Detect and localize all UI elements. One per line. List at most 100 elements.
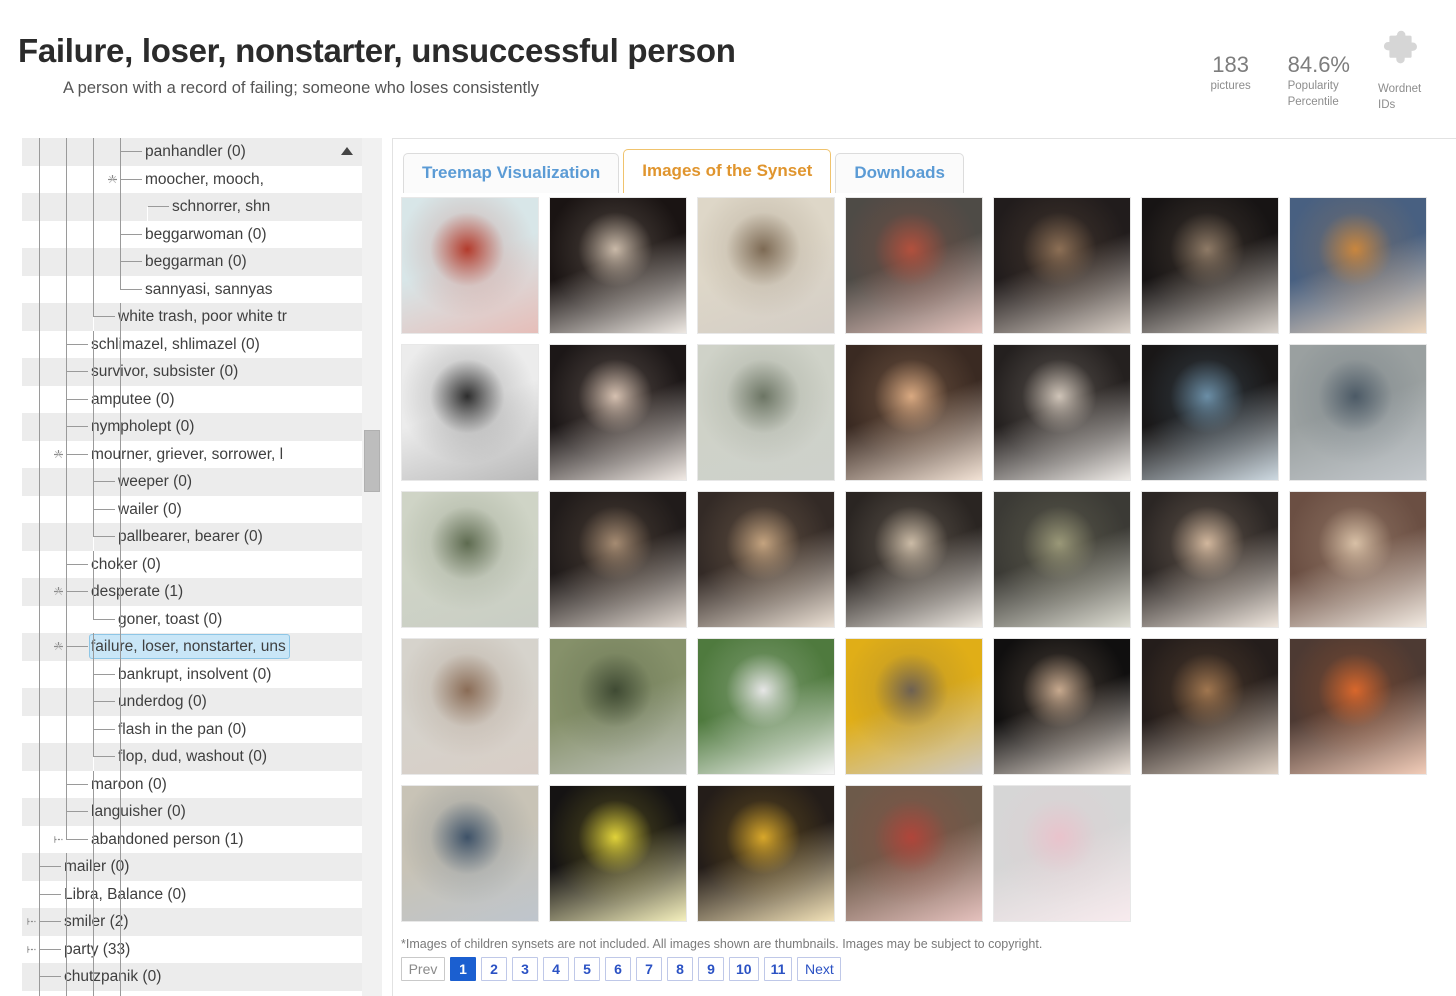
tree-scrollbar-thumb[interactable] <box>364 430 380 492</box>
thumbnail-woman-head-in-hands-at-desk[interactable] <box>401 344 539 481</box>
tab-images-of-the-synset[interactable]: Images of the Synset <box>623 149 832 193</box>
pagination-page-11[interactable]: 11 <box>763 957 793 981</box>
tree-node-label[interactable]: maroon (0) <box>91 771 167 799</box>
tree-node-row[interactable]: partner (2) <box>0 990 362 996</box>
tab-bar[interactable]: Treemap Visualization Images of the Synse… <box>403 149 968 193</box>
tree-node-label[interactable]: languisher (0) <box>91 798 186 826</box>
thumbnail-woman-in-biggest-loser-tank-top[interactable] <box>993 785 1131 922</box>
tree-node-row[interactable]: desperate (1) <box>0 578 362 606</box>
thumbnail-man-slumped-dark[interactable] <box>549 491 687 628</box>
pagination-page-9[interactable]: 9 <box>698 957 724 981</box>
thumbnail-shirtless-man-with-sunglasses[interactable] <box>401 638 539 775</box>
tree-node-row[interactable]: weeper (0) <box>0 468 362 496</box>
tree-node-label[interactable]: amputee (0) <box>91 386 175 414</box>
tree-node-row[interactable]: chutzpanik (0) <box>0 963 362 991</box>
tab-treemap-visualization[interactable]: Treemap Visualization <box>403 153 620 193</box>
tree-node-label[interactable]: smiler (2) <box>64 908 129 936</box>
thumbnail-man-in-orange-white-shirt[interactable] <box>1289 638 1427 775</box>
tree-node-label[interactable]: abandoned person (1) <box>91 826 244 854</box>
tree-node-row[interactable]: party (33) <box>0 935 362 963</box>
thumbnail-bicycles-outside-building[interactable] <box>697 344 835 481</box>
tree-node-row[interactable]: choker (0) <box>0 550 362 579</box>
tree-toggle-collapsed-icon[interactable] <box>53 834 64 845</box>
tree-node-label[interactable]: white trash, poor white tr <box>118 303 287 331</box>
tree-node-label[interactable]: underdog (0) <box>118 688 207 716</box>
tree-node-label[interactable]: wailer (0) <box>118 496 182 524</box>
tree-node-row[interactable]: Libra, Balance (0) <box>0 880 362 909</box>
thumbnail-crowd-street-man-in-red[interactable] <box>845 197 983 334</box>
tree-node-row[interactable]: pallbearer, bearer (0) <box>0 523 362 551</box>
thumbnail-man-in-ohio-shirt[interactable] <box>845 491 983 628</box>
pagination-page-6[interactable]: 6 <box>605 957 631 981</box>
tree-node-label[interactable]: sannyasi, sannyas <box>145 276 273 304</box>
tree-node-label[interactable]: beggarman (0) <box>145 248 247 276</box>
thumbnail-couple-dark-kissing[interactable] <box>549 344 687 481</box>
tree-node-label[interactable]: goner, toast (0) <box>118 606 222 634</box>
thumbnail-man-hands-on-head-yellow-wall[interactable] <box>845 638 983 775</box>
tree-toggle-collapsed-icon[interactable] <box>26 944 37 955</box>
tree-node-row[interactable]: nympholept (0) <box>0 413 362 441</box>
thumbnail-group-around-table-with-cake[interactable] <box>993 491 1131 628</box>
tree-node-row[interactable]: mourner, griever, sorrower, l <box>0 440 362 468</box>
thumbnail-elderly-men-with-microphones[interactable] <box>1289 197 1427 334</box>
tree-node-label[interactable]: schnorrer, shn <box>172 193 270 221</box>
thumbnail-dark-crowd-with-lights[interactable] <box>993 197 1131 334</box>
tree-node-row[interactable]: schlimazel, shlimazel (0) <box>0 330 362 359</box>
tree-node-row[interactable]: failure, loser, nonstarter, uns <box>0 633 362 661</box>
tree-node-row[interactable]: sannyasi, sannyas <box>0 275 362 304</box>
tree-node-row[interactable]: beggarwoman (0) <box>0 220 362 248</box>
tree-viewport[interactable]: panhandler (0) moocher, mooch, schnorrer, … <box>0 138 362 996</box>
tree-node-label[interactable]: bankrupt, insolvent (0) <box>118 661 271 689</box>
tree-node-label[interactable]: partner (2) <box>64 991 136 996</box>
tree-node-row[interactable]: underdog (0) <box>0 688 362 716</box>
thumbnail-man-finger-on-lips-dark[interactable] <box>993 638 1131 775</box>
tree-node-row[interactable]: schnorrer, shn <box>0 193 362 221</box>
pagination[interactable]: Prev 1 2 3 4 5 6 7 8 9 10 11 Next <box>401 957 842 981</box>
tree-node-label[interactable]: desperate (1) <box>91 578 183 606</box>
pagination-page-5[interactable]: 5 <box>574 957 600 981</box>
tree-node-label[interactable]: nympholept (0) <box>91 413 194 441</box>
tree-node-row[interactable]: abandoned person (1) <box>0 825 362 854</box>
tree-node-row[interactable]: goner, toast (0) <box>0 605 362 634</box>
thumbnail-man-with-thumbs-up-outdoors[interactable] <box>401 785 539 922</box>
tree-node-label[interactable]: pallbearer, bearer (0) <box>118 523 263 551</box>
synset-tree-sidebar[interactable]: panhandler (0) moocher, mooch, schnorrer, … <box>0 138 382 996</box>
tree-node-label[interactable]: Libra, Balance (0) <box>64 881 186 909</box>
tree-scrollbar[interactable] <box>362 138 382 996</box>
tree-node-row[interactable]: flop, dud, washout (0) <box>0 743 362 771</box>
thumbnail-soccer-players-on-field[interactable] <box>697 638 835 775</box>
tree-node-row[interactable]: survivor, subsister (0) <box>0 358 362 386</box>
pagination-prev-button[interactable]: Prev <box>401 957 445 981</box>
tree-node-row[interactable]: beggarman (0) <box>0 248 362 276</box>
pagination-page-7[interactable]: 7 <box>636 957 662 981</box>
thumbnail-indoor-gathering-with-bicycles[interactable] <box>697 197 835 334</box>
tree-toggle-expanded-icon[interactable] <box>53 586 64 597</box>
tree-node-label[interactable]: choker (0) <box>91 551 161 579</box>
thumbnail-man-yawning-brick-wall[interactable] <box>1289 491 1427 628</box>
tab-downloads[interactable]: Downloads <box>835 153 964 193</box>
tree-node-row[interactable]: amputee (0) <box>0 385 362 414</box>
triangle-up-icon[interactable] <box>340 144 354 156</box>
pagination-page-3[interactable]: 3 <box>512 957 538 981</box>
tree-node-label[interactable]: flop, dud, washout (0) <box>118 743 267 771</box>
thumbnail-dark-party-collage[interactable] <box>549 197 687 334</box>
thumbnail-man-in-yellow-shirt-dark[interactable] <box>549 785 687 922</box>
thumbnail-women-laughing-white-shirts[interactable] <box>993 344 1131 481</box>
tree-node-row[interactable]: panhandler (0) <box>0 138 362 166</box>
tree-node-row[interactable]: wailer (0) <box>0 495 362 524</box>
pagination-page-8[interactable]: 8 <box>667 957 693 981</box>
tree-node-row[interactable]: maroon (0) <box>0 770 362 799</box>
tree-node-label[interactable]: moocher, mooch, <box>145 166 264 194</box>
tree-node-label[interactable]: panhandler (0) <box>145 138 246 166</box>
thumbnail-woman-with-cigarette-dark[interactable] <box>1141 197 1279 334</box>
tree-toggle-expanded-icon[interactable] <box>107 174 118 185</box>
thumbnail-child-in-red-shirt-with-cap[interactable] <box>401 197 539 334</box>
tree-toggle-expanded-icon[interactable] <box>53 449 64 460</box>
tree-node-label[interactable]: weeper (0) <box>118 468 192 496</box>
tree-node-row[interactable]: white trash, poor white tr <box>0 303 362 331</box>
pagination-page-4[interactable]: 4 <box>543 957 569 981</box>
stat-wordnet-ids[interactable]: Wordnet IDs <box>1378 30 1440 112</box>
pagination-page-1[interactable]: 1 <box>450 957 476 981</box>
thumbnail-woman-with-hand-over-mouth[interactable] <box>845 344 983 481</box>
tree-node-label[interactable]: schlimazel, shlimazel (0) <box>91 331 260 359</box>
